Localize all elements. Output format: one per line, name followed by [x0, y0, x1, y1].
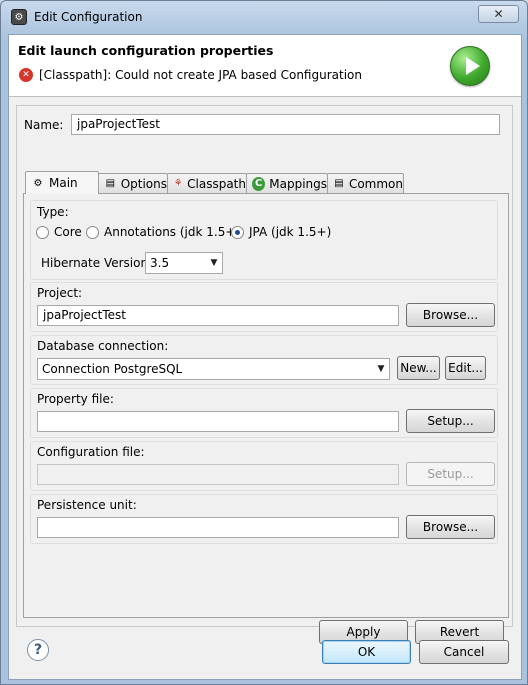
main-tab-content: Type: Core Annotations (jdk 1.5+) JPA (j… — [23, 193, 509, 618]
persistence-unit-label: Persistence unit: — [37, 498, 137, 512]
project-group: Project: jpaProjectTest Browse... — [30, 282, 498, 332]
database-connection-select[interactable]: Connection PostgreSQL ▼ — [37, 358, 390, 380]
project-label: Project: — [37, 286, 83, 300]
radio-indicator — [86, 225, 99, 239]
radio-jpa[interactable]: JPA (jdk 1.5+) — [231, 225, 331, 239]
type-label: Type: — [37, 205, 69, 219]
project-browse-button[interactable]: Browse... — [406, 303, 495, 327]
dialog-client-area: Edit launch configuration properties ✕ [… — [8, 34, 522, 680]
dialog-window: ⚙ Edit Configuration ✕ Edit launch confi… — [0, 0, 528, 685]
help-icon[interactable]: ? — [27, 639, 49, 661]
property-file-group: Property file: Setup... — [30, 388, 498, 438]
radio-label: JPA (jdk 1.5+) — [249, 225, 332, 239]
hibernate-version-label: Hibernate Version: — [41, 256, 153, 270]
chevron-down-icon: ▼ — [377, 364, 385, 374]
configuration-setup-button: Setup... — [406, 462, 495, 486]
hibernate-version-select[interactable]: 3.5 ▼ — [145, 252, 223, 274]
close-button[interactable]: ✕ — [478, 5, 519, 23]
tab-main[interactable]: ⚙ Main — [25, 171, 99, 194]
new-connection-button[interactable]: New... — [397, 356, 440, 380]
header-banner: Edit launch configuration properties ✕ [… — [9, 35, 521, 97]
radio-indicator — [36, 225, 49, 239]
tab-label: Common — [348, 176, 403, 191]
tab-classpath[interactable]: ⚘ Classpath — [167, 173, 247, 193]
radio-annotations[interactable]: Annotations (jdk 1.5+) — [86, 225, 240, 239]
tab-label: Options — [120, 176, 167, 191]
title-bar[interactable]: ⚙ Edit Configuration ✕ — [1, 1, 527, 33]
tab-mappings[interactable]: C Mappings — [246, 173, 328, 193]
radio-label: Core — [54, 225, 82, 239]
tab-label: Classpath — [187, 176, 246, 191]
tab-label: Main — [49, 176, 78, 190]
database-connection-label: Database connection: — [37, 339, 169, 353]
tab-label: Mappings — [269, 176, 327, 191]
hibernate-version-value: 3.5 — [150, 256, 170, 270]
run-icon — [450, 46, 490, 86]
cancel-button[interactable]: Cancel — [419, 640, 509, 664]
ok-button[interactable]: OK — [322, 640, 411, 664]
persistence-browse-button[interactable]: Browse... — [406, 515, 495, 539]
radio-label: Annotations (jdk 1.5+) — [104, 225, 241, 239]
tab-options[interactable]: ▤ Options — [98, 173, 168, 193]
edit-connection-button[interactable]: Edit... — [445, 356, 486, 380]
radio-core[interactable]: Core — [36, 225, 82, 239]
project-input[interactable]: jpaProjectTest — [37, 305, 399, 326]
persistence-unit-input[interactable] — [37, 517, 399, 538]
persistence-unit-group: Persistence unit: Browse... — [30, 494, 498, 544]
app-icon: ⚙ — [11, 9, 27, 25]
error-icon: ✕ — [19, 68, 33, 82]
classpath-tab-icon: ⚘ — [173, 178, 183, 189]
property-setup-button[interactable]: Setup... — [406, 409, 495, 433]
mappings-tab-icon: C — [252, 176, 266, 191]
close-icon: ✕ — [493, 7, 504, 21]
window-title: Edit Configuration — [34, 10, 143, 24]
main-tab-icon: ⚙ — [33, 177, 43, 189]
configuration-panel: Name: jpaProjectTest ⚙ Main ▤ Options ⚘ … — [16, 105, 513, 644]
error-message: [Classpath]: Could not create JPA based … — [39, 68, 362, 82]
configuration-file-group: Configuration file: Setup... — [30, 441, 498, 491]
name-label: Name: — [24, 118, 64, 132]
configuration-file-input — [37, 464, 399, 485]
radio-indicator — [231, 225, 244, 239]
type-group: Type: Core Annotations (jdk 1.5+) JPA (j… — [30, 200, 498, 280]
chevron-down-icon: ▼ — [210, 258, 218, 268]
name-input[interactable]: jpaProjectTest — [71, 114, 500, 135]
configuration-file-label: Configuration file: — [37, 445, 145, 459]
options-tab-icon: ▤ — [105, 178, 116, 189]
property-file-input[interactable] — [37, 411, 399, 432]
header-title: Edit launch configuration properties — [18, 43, 274, 58]
tab-common[interactable]: ▤ Common — [327, 173, 404, 193]
database-connection-value: Connection PostgreSQL — [42, 362, 183, 376]
common-tab-icon: ▤ — [334, 178, 344, 189]
database-connection-group: Database connection: Connection PostgreS… — [30, 335, 498, 385]
property-file-label: Property file: — [37, 392, 114, 406]
